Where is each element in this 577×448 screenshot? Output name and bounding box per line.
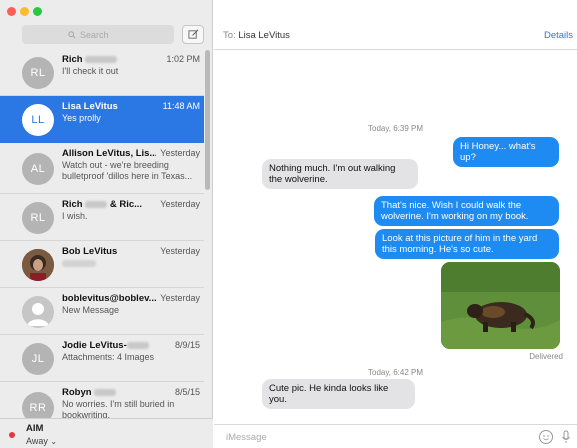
avatar: JL <box>22 343 54 375</box>
sidebar: RL Rich 1:02 PM I'll check it out LL Lis… <box>0 0 213 448</box>
conversation-name-suffix: & Ric... <box>109 199 143 210</box>
wolverine-photo <box>441 262 560 349</box>
conversation-preview: Watch out - we're breeding bulletproof '… <box>62 160 193 181</box>
window-controls <box>7 7 42 16</box>
compose-icon <box>187 29 198 39</box>
message-bubble-incoming[interactable]: Cute pic. He kinda looks like you. <box>262 379 415 409</box>
group-avatar: AL <box>22 153 54 185</box>
to-label: To: <box>223 30 236 41</box>
redacted-text <box>126 341 149 349</box>
search-icon <box>68 30 76 39</box>
avatar: LL <box>22 104 54 136</box>
conversation-name: Bob LeVitus <box>62 246 118 257</box>
away-status-dot <box>9 432 15 438</box>
status-state: Away <box>26 436 48 446</box>
redacted-text <box>94 388 117 396</box>
search-input[interactable] <box>80 29 128 40</box>
message-input[interactable] <box>226 429 526 445</box>
conversation-time: 11:48 AM <box>162 101 200 111</box>
avatar <box>22 296 54 328</box>
conversation-item[interactable]: RL Rich & Ric... Yesterday I wish. <box>0 194 204 241</box>
conversation-item[interactable]: JL Jodie LeVitus- 8/9/15 Attachments: 4 … <box>0 335 204 382</box>
search-field[interactable] <box>22 25 174 44</box>
close-window-button[interactable] <box>7 7 16 16</box>
conversation-item[interactable]: boblevitus@boblev... Yesterday New Messa… <box>0 288 204 335</box>
conversation-time: 8/5/15 <box>174 387 200 397</box>
conversation-name: Allison LeVitus, Lis... <box>62 148 156 159</box>
conversation-time: Yesterday <box>160 246 200 256</box>
conversation-name: Rich <box>62 199 83 210</box>
chevron-down-icon: ⌄ <box>50 437 58 446</box>
details-button[interactable]: Details <box>544 30 573 41</box>
conversation-preview: New Message <box>62 305 120 315</box>
delivered-label: Delivered <box>529 352 563 361</box>
conversation-item[interactable]: AL Allison LeVitus, Lis... Yesterday Wat… <box>0 143 204 194</box>
group-avatar: RL <box>22 202 54 234</box>
avatar: RL <box>22 57 54 89</box>
message-bubble-outgoing[interactable]: That's nice. Wish I could walk the wolve… <box>374 196 559 226</box>
avatar-photo <box>22 249 54 281</box>
account-status[interactable]: AIM Away ⌄ <box>0 418 213 448</box>
redacted-text <box>85 55 118 63</box>
microphone-icon[interactable] <box>561 430 571 444</box>
conversation-preview: Attachments: 4 Images <box>62 352 155 362</box>
conversation-preview: I'll check it out <box>62 66 119 76</box>
compose-button[interactable] <box>182 25 204 44</box>
conversation-item-selected[interactable]: LL Lisa LeVitus 11:48 AM Yes prolly <box>0 96 204 143</box>
message-bubble-incoming[interactable]: Nothing much. I'm out walking the wolver… <box>262 159 418 189</box>
conversation-name: Jodie LeVitus- <box>62 340 127 351</box>
redacted-text <box>85 200 108 208</box>
conversation-item[interactable]: RL Rich 1:02 PM I'll check it out <box>0 49 204 96</box>
conversation-list: RL Rich 1:02 PM I'll check it out LL Lis… <box>0 49 204 433</box>
conversation-name: Rich <box>62 54 83 65</box>
zoom-window-button[interactable] <box>33 7 42 16</box>
conversation-time: Yesterday <box>160 148 200 158</box>
conversation-item[interactable]: Bob LeVitus Yesterday <box>0 241 204 288</box>
emoji-icon[interactable] <box>539 430 553 444</box>
sidebar-scrollbar[interactable] <box>205 50 210 190</box>
conversation-preview: I wish. <box>62 211 88 221</box>
message-bubble-outgoing[interactable]: Look at this picture of him in the yard … <box>375 229 559 259</box>
conversation-time: 1:02 PM <box>166 54 200 64</box>
timestamp: Today, 6:39 PM <box>368 124 423 133</box>
message-thread: Today, 6:39 PM Hi Honey... what's up? No… <box>214 51 577 424</box>
recipient-name[interactable]: Lisa LeVitus <box>238 30 290 41</box>
message-bubble-outgoing[interactable]: Hi Honey... what's up? <box>453 137 559 167</box>
conversation-header: To: Lisa LeVitus Details <box>214 0 577 50</box>
conversation-time: Yesterday <box>160 293 200 303</box>
conversation-time: 8/9/15 <box>174 340 200 350</box>
conversation-name: Lisa LeVitus <box>62 101 118 112</box>
person-silhouette-icon <box>27 303 49 326</box>
conversation-time: Yesterday <box>160 199 200 209</box>
redacted-text <box>62 260 96 268</box>
conversation-name: Robyn <box>62 387 92 398</box>
conversation-name: boblevitus@boblev... <box>62 293 156 304</box>
account-service: AIM <box>26 423 44 434</box>
timestamp: Today, 6:42 PM <box>368 368 423 377</box>
message-composer <box>214 424 577 448</box>
message-photo[interactable] <box>441 262 560 349</box>
minimize-window-button[interactable] <box>20 7 29 16</box>
conversation-preview: Yes prolly <box>62 113 101 123</box>
